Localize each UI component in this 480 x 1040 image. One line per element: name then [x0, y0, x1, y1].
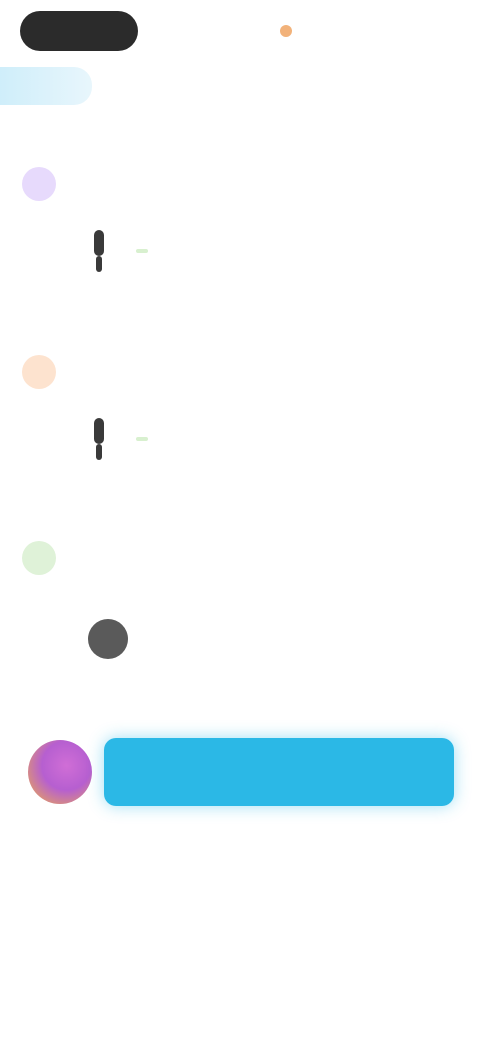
section-3-icon — [22, 541, 56, 575]
screen — [0, 0, 480, 1040]
tab-first[interactable] — [20, 11, 138, 51]
tab-second-dot-icon — [280, 25, 292, 37]
section-1-icon — [22, 167, 56, 201]
section-2-icon — [22, 355, 56, 389]
section-2-badge — [136, 437, 148, 441]
section-1-badge — [136, 249, 148, 253]
tab-second[interactable] — [272, 11, 306, 51]
section-3[interactable] — [0, 538, 480, 664]
bottom-bar — [0, 724, 480, 820]
section-2-glyph-icon — [86, 414, 112, 464]
section-2-row — [86, 414, 480, 464]
tab-third[interactable] — [440, 11, 456, 51]
section-1-glyph-icon — [86, 226, 112, 276]
section-1-head — [0, 164, 480, 204]
section-1[interactable] — [0, 164, 480, 276]
section-3-glyph-icon — [86, 614, 130, 664]
section-2[interactable] — [0, 352, 480, 464]
header-row — [0, 64, 480, 108]
section-3-head — [0, 538, 480, 578]
top-tab-bar — [20, 8, 456, 54]
header-accent — [0, 67, 92, 105]
section-3-row — [86, 614, 480, 664]
section-1-row — [86, 226, 480, 276]
avatar[interactable] — [28, 740, 92, 804]
primary-action-button[interactable] — [104, 738, 454, 806]
section-2-head — [0, 352, 480, 392]
